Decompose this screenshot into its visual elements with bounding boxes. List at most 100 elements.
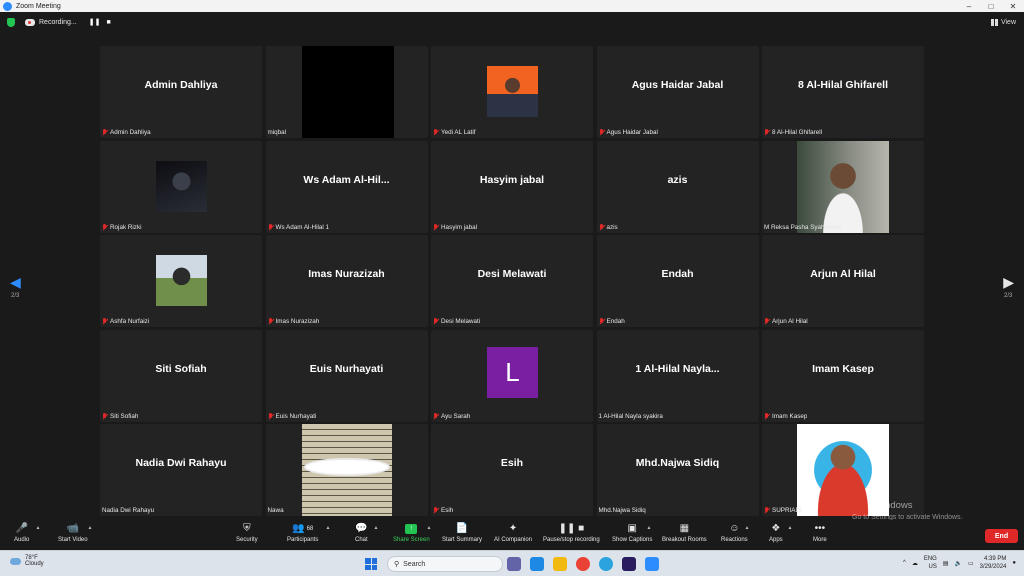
participant-tile[interactable]: miqbal	[265, 46, 428, 138]
participant-tile[interactable]: Hasyim jabal Hasyim jabal	[431, 140, 593, 233]
participant-name-label: Imas Nurazizah	[268, 318, 319, 325]
participant-tile[interactable]: M Reksa Pasha Syahbasan	[762, 140, 924, 233]
participant-tile[interactable]: Rojak Rizki	[100, 140, 262, 233]
tray-chevron-icon[interactable]: ^	[903, 560, 906, 566]
pause-recording-button[interactable]: ❚❚ ■ Pause/stop recording	[543, 522, 600, 543]
volume-icon[interactable]: 🔈	[955, 560, 962, 567]
cloud-sync-icon[interactable]: ☁	[912, 560, 918, 567]
participants-label: Participants	[287, 537, 319, 543]
participant-tile[interactable]: Imas Nurazizah Imas Nurazizah	[265, 235, 428, 327]
muted-microphone-icon	[764, 412, 770, 420]
participant-tile[interactable]: Agus Haidar Jabal Agus Haidar Jabal	[596, 46, 759, 138]
participant-tile[interactable]: Endah Endah	[596, 235, 759, 327]
language-indicator[interactable]: ENG US	[924, 555, 937, 571]
zoom-taskbar-icon[interactable]	[645, 557, 659, 571]
participant-name: 1 Al-Hilal Nayla syakira	[598, 412, 663, 420]
share-options-chevron-icon[interactable]: ▲	[427, 525, 432, 531]
participant-tile[interactable]: azis azis	[596, 140, 759, 233]
breakout-rooms-button[interactable]: ▦ Breakout Rooms	[662, 522, 707, 543]
chat-button[interactable]: 💬 Chat	[355, 522, 368, 543]
lang-label: ENG	[923, 556, 937, 562]
window-title: Zoom Meeting	[16, 2, 61, 10]
apps-button[interactable]: ❖ Apps	[769, 522, 783, 543]
participant-tile[interactable]: Imam Kasep Imam Kasep	[762, 329, 924, 422]
participant-tile[interactable]: Arjun Al Hilal Arjun Al Hilal	[762, 235, 924, 327]
participant-tile[interactable]: Siti Sofiah Siti Sofiah	[100, 329, 262, 422]
participant-tile[interactable]: Euis Nurhayati Euis Nurhayati	[265, 329, 428, 422]
region-label: US	[928, 564, 937, 570]
battery-icon[interactable]: ▭	[968, 560, 974, 567]
participant-tile[interactable]: Ashfa Nurfaizi	[100, 235, 262, 327]
participant-name-label: SUPRIADI	[764, 507, 802, 514]
participant-name: azis	[606, 223, 618, 231]
close-window-button[interactable]: ✕	[1002, 0, 1024, 12]
end-meeting-button[interactable]: End	[985, 529, 1018, 543]
share-screen-button[interactable]: ↑ Share Screen	[393, 522, 430, 543]
meeting-topbar: Recording... ❚❚ ■ View	[0, 12, 1024, 32]
more-button[interactable]: ••• More	[813, 522, 827, 543]
notification-icon[interactable]: ●	[1012, 560, 1016, 566]
chrome-app-icon[interactable]	[576, 557, 590, 571]
breakout-rooms-label: Breakout Rooms	[662, 537, 707, 543]
participant-tile[interactable]: L Ayu Sarah	[431, 329, 593, 422]
windows-start-icon[interactable]	[365, 558, 377, 570]
participant-name: miqbal	[267, 129, 287, 136]
maximize-button[interactable]: □	[980, 0, 1002, 12]
more-dots-icon: •••	[814, 523, 826, 534]
taskbar-clock[interactable]: 4:39 PM 3/29/2024	[980, 555, 1007, 571]
participant-name-label: Esih	[433, 507, 453, 514]
participant-name-label: Euis Nurhayati	[268, 412, 316, 420]
participant-tile[interactable]: Ws Adam Al-Hil... Ws Adam Al-Hilal 1	[265, 140, 428, 233]
network-icon[interactable]: ▤	[943, 560, 949, 567]
next-page-arrow-icon[interactable]: ▶	[1003, 274, 1014, 291]
security-button[interactable]: ⛨ Security	[236, 522, 258, 543]
participant-name-label: Yedi AL Latif	[433, 129, 476, 136]
participant-display-name: Desi Melawati	[477, 268, 547, 280]
stop-icon[interactable]: ■	[106, 19, 110, 26]
muted-microphone-icon	[102, 318, 108, 325]
edge-app-icon[interactable]	[530, 557, 544, 571]
participant-tile[interactable]: 8 Al-Hilal Ghifarell 8 Al-Hilal Ghifarell	[762, 46, 924, 138]
apps-options-chevron-icon[interactable]: ▲	[788, 525, 793, 531]
audio-options-chevron-icon[interactable]: ▲	[36, 525, 41, 531]
premiere-app-icon[interactable]	[622, 557, 636, 571]
participant-tile[interactable]: 1 Al-Hilal Nayla... 1 Al-Hilal Nayla syak…	[596, 329, 759, 422]
reactions-options-chevron-icon[interactable]: ▲	[745, 525, 750, 531]
chat-options-chevron-icon[interactable]: ▲	[374, 525, 379, 531]
participant-tile[interactable]: Nadia Dwi Rahayu Nadia Dwi Rahayu	[100, 424, 262, 516]
start-video-button[interactable]: 📹 Start Video	[58, 522, 88, 543]
weather-desc: Cloudy	[25, 561, 44, 567]
participant-tile[interactable]: Desi Melawati Desi Melawati	[431, 235, 593, 327]
participants-options-chevron-icon[interactable]: ▲	[326, 525, 331, 531]
muted-microphone-icon	[433, 129, 439, 136]
weather-widget[interactable]: 78°F Cloudy	[10, 555, 44, 567]
muted-microphone-icon	[102, 412, 108, 420]
teams-app-icon[interactable]	[507, 557, 521, 571]
muted-microphone-icon	[102, 129, 108, 136]
start-summary-button[interactable]: 📄 Start Summary	[442, 522, 482, 543]
file-explorer-icon[interactable]	[553, 557, 567, 571]
view-button[interactable]: View	[990, 12, 1016, 32]
participant-display-name: Agus Haidar Jabal	[631, 79, 724, 91]
telegram-app-icon[interactable]	[599, 557, 613, 571]
video-options-chevron-icon[interactable]: ▲	[88, 525, 93, 531]
participant-name: Admin Dahliya	[110, 129, 151, 136]
captions-options-chevron-icon[interactable]: ▲	[647, 525, 652, 531]
taskbar-search-box[interactable]: ⚲ Search	[387, 556, 503, 572]
audio-button[interactable]: 🎤 Audio	[14, 522, 29, 543]
participant-tile[interactable]: Mhd.Najwa Sidiq Mhd.Najwa Sidiq	[596, 424, 759, 516]
shield-icon[interactable]	[7, 17, 15, 27]
participant-tile[interactable]: Nawa	[265, 424, 428, 516]
minimize-button[interactable]: –	[958, 0, 980, 12]
participants-button[interactable]: 👥 68 Participants	[287, 522, 318, 543]
pause-icon[interactable]: ❚❚	[89, 18, 101, 26]
muted-microphone-icon	[764, 318, 770, 325]
previous-page-arrow-icon[interactable]: ◀	[10, 274, 21, 291]
participant-tile[interactable]: Yedi AL Latif	[431, 46, 593, 138]
participant-tile[interactable]: Admin Dahliya Admin Dahliya	[100, 46, 262, 138]
apps-label: Apps	[769, 537, 783, 543]
participant-name: Ashfa Nurfaizi	[110, 318, 150, 325]
ai-companion-button[interactable]: ✦ AI Companion	[494, 522, 532, 543]
participant-tile[interactable]: Esih Esih	[431, 424, 593, 516]
participant-video	[301, 46, 394, 138]
